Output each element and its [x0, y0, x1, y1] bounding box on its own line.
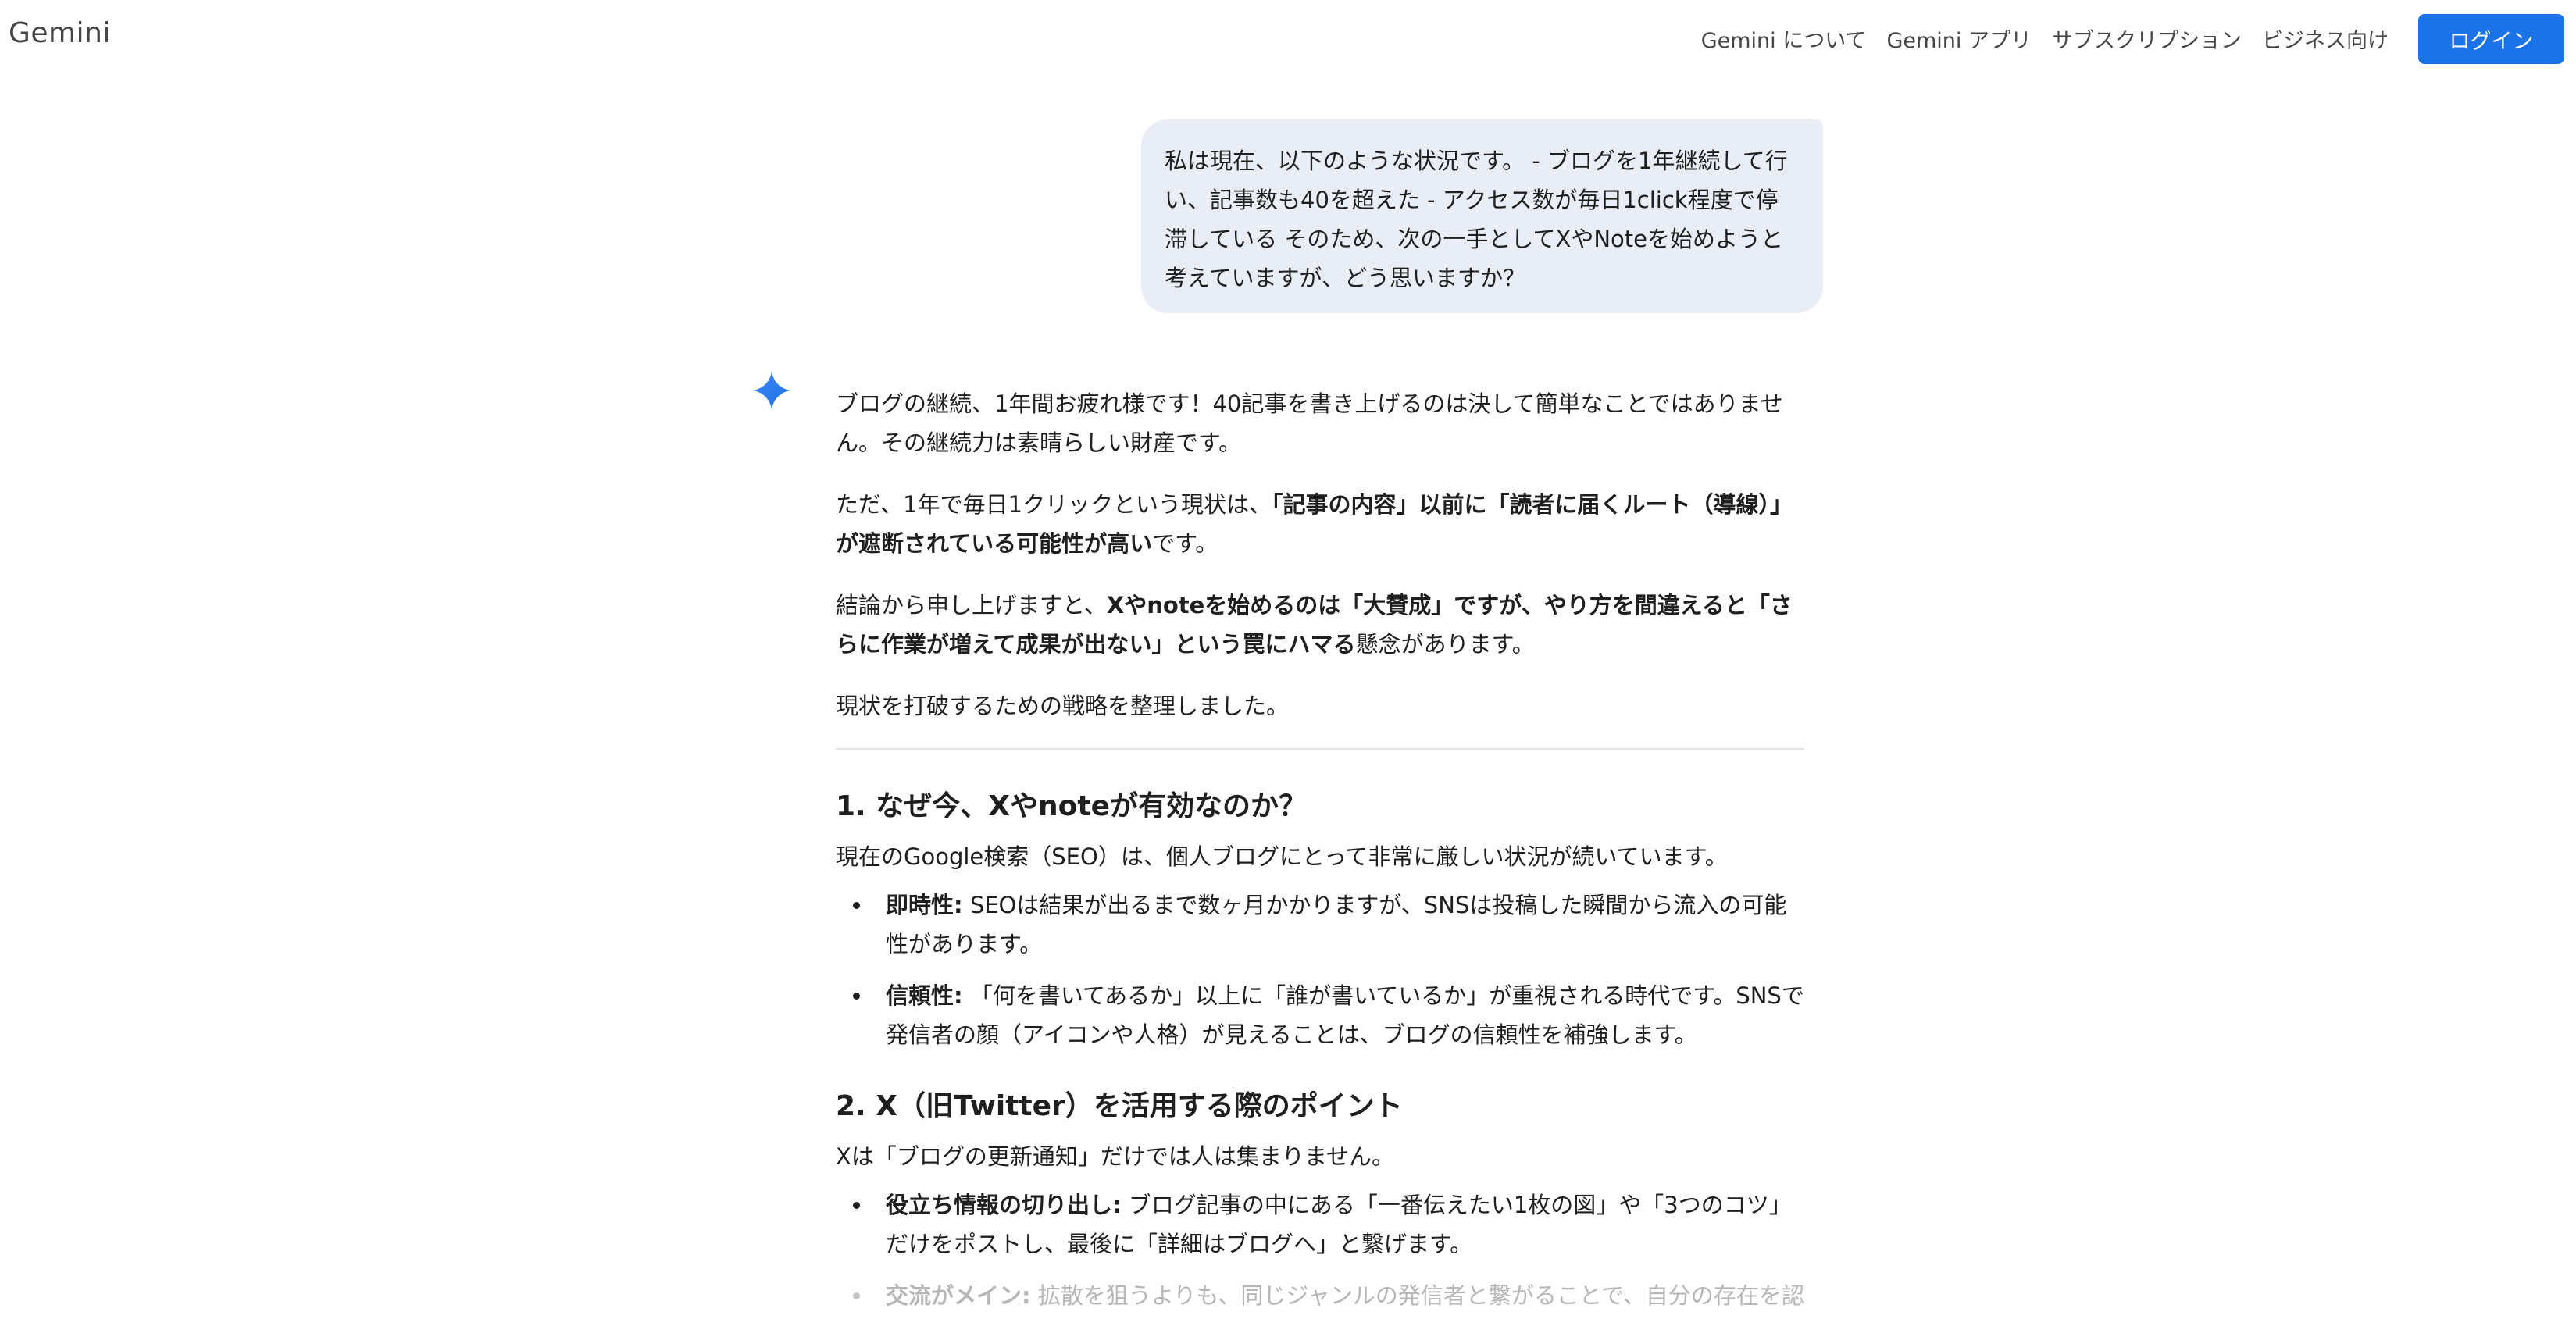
response-paragraph-diagnosis: ただ、1年で毎日1クリックという現状は、「記事の内容」以前に「読者に届くルート（…	[836, 491, 1793, 557]
nav-business[interactable]: ビジネス向け	[2262, 23, 2389, 54]
top-bar: Gemini Gemini について Gemini アプリ サブスクリプション …	[0, 0, 2576, 78]
user-message-bubble: 私は現在、以下のような状況です。 - ブログを1年継続して行い、記事数も40を超…	[1141, 119, 1823, 313]
nav-about-gemini[interactable]: Gemini について	[1701, 23, 1867, 54]
section-1-list: 即時性: SEOは結果が出るまで数ヶ月かかりますが、SNSは投稿した瞬間から流入…	[836, 886, 1804, 1054]
list-item: 信頼性: 「何を書いてあるか」以上に「誰が書いているか」が重視される時代です。S…	[836, 976, 1804, 1054]
model-response: ブログの継続、1年間お疲れ様です！40記事を書き上げるのは決して簡単なことではあ…	[836, 384, 1804, 1326]
section-1-lead: 現在のGoogle検索（SEO）は、個人ブログにとって非常に厳しい状況が続いてい…	[836, 843, 1728, 870]
response-paragraph-strategy: 現状を打破するための戦略を整理しました。	[836, 693, 1290, 719]
list-item: 交流がメイン: 拡散を狙うよりも、同じジャンルの発信者と繋がることで、自分の存在…	[836, 1276, 1804, 1315]
section-heading-2: 2. X（旧Twitter）を活用する際のポイント	[836, 1090, 1403, 1122]
nav-subscription[interactable]: サブスクリプション	[2052, 23, 2242, 54]
divider	[836, 748, 1804, 750]
top-nav: Gemini について Gemini アプリ サブスクリプション ビジネス向け	[1701, 23, 2389, 54]
gemini-spark-icon	[752, 371, 791, 410]
nav-gemini-app[interactable]: Gemini アプリ	[1886, 23, 2032, 54]
list-item: 即時性: SEOは結果が出るまで数ヶ月かかりますが、SNSは投稿した瞬間から流入…	[836, 886, 1804, 964]
section-2-lead: Xは「ブログの更新通知」だけでは人は集まりません。	[836, 1143, 1394, 1170]
response-paragraph-intro: ブログの継続、1年間お疲れ様です！40記事を書き上げるのは決して簡単なことではあ…	[836, 390, 1783, 456]
list-item: 役立ち情報の切り出し: ブログ記事の中にある「一番伝えたい1枚の図」や「3つのコ…	[836, 1185, 1804, 1264]
section-2-list: 役立ち情報の切り出し: ブログ記事の中にある「一番伝えたい1枚の図」や「3つのコ…	[836, 1185, 1804, 1315]
gemini-logo[interactable]: Gemini	[9, 17, 111, 49]
response-paragraph-conclusion: 結論から申し上げますと、Xやnoteを始めるのは「大賛成」ですが、やり方を間違え…	[836, 592, 1793, 658]
section-heading-1: 1. なぜ今、Xやnoteが有効なのか？	[836, 790, 1308, 822]
login-button[interactable]: ログイン	[2418, 14, 2564, 64]
